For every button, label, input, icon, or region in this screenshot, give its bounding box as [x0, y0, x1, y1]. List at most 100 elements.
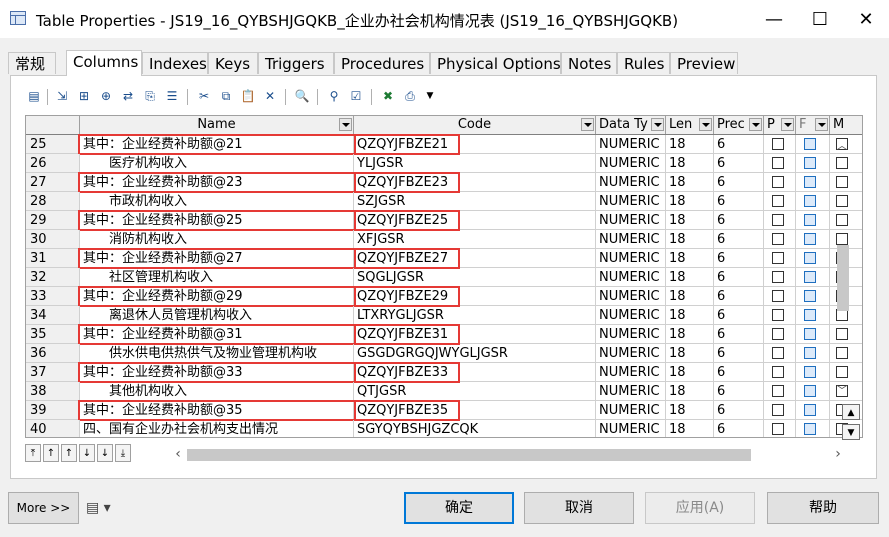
copy-icon[interactable]: ⧉ [217, 87, 235, 105]
cell-code[interactable]: QZQYJFBZE25 [354, 211, 596, 230]
cell-length[interactable]: 18 [666, 325, 714, 344]
row-number[interactable]: 37 [26, 363, 80, 382]
foreign-checkbox[interactable] [804, 423, 816, 435]
cell-precision[interactable]: 6 [714, 325, 764, 344]
table-row[interactable]: 35 其中：企业经费补助额@31 QZQYJFBZE31 NUMERIC 18 6 [26, 325, 862, 344]
help-button[interactable]: 帮助 [767, 492, 879, 524]
paste-icon[interactable]: 📋 [239, 87, 257, 105]
cut-icon[interactable]: ✂ [195, 87, 213, 105]
table-row[interactable]: 29 其中：企业经费补助额@25 QZQYJFBZE25 NUMERIC 18 6 [26, 211, 862, 230]
add-row-icon[interactable]: ⊞ [75, 87, 93, 105]
header-precision[interactable]: Prec [714, 116, 764, 134]
primary-checkbox[interactable] [772, 290, 784, 302]
cell-length[interactable]: 18 [666, 287, 714, 306]
cell-name[interactable]: 其中：企业经费补助额@35 [80, 401, 354, 420]
tab-rules[interactable]: Rules [617, 52, 670, 74]
cell-code[interactable]: QZQYJFBZE21 [354, 135, 596, 154]
properties-icon[interactable]: ▤ [25, 87, 43, 105]
cell-data-type[interactable]: NUMERIC [596, 325, 666, 344]
cell-code[interactable]: SZJGSR [354, 192, 596, 211]
dropdown-arrow-icon[interactable]: ▼ [421, 87, 439, 105]
table-row[interactable]: 36 供水供电供热供气及物业管理机构收 GSGDGRGQJWYGLJGSR NUME… [26, 344, 862, 363]
foreign-checkbox[interactable] [804, 404, 816, 416]
cell-length[interactable]: 18 [666, 344, 714, 363]
tab-triggers[interactable]: Triggers [258, 52, 334, 74]
maximize-button[interactable]: ☐ [797, 0, 843, 38]
replace-attributes-icon[interactable]: ⇄ [119, 87, 137, 105]
cell-precision[interactable]: 6 [714, 344, 764, 363]
primary-checkbox[interactable] [772, 347, 784, 359]
tab-preview[interactable]: Preview [670, 52, 738, 74]
row-number[interactable]: 31 [26, 249, 80, 268]
header-name[interactable]: Name [80, 116, 354, 134]
expand-panel-button[interactable]: ▼ [842, 424, 860, 440]
foreign-checkbox[interactable] [804, 195, 816, 207]
tab-physical-options[interactable]: Physical Options [430, 52, 561, 74]
cell-precision[interactable]: 6 [714, 420, 764, 437]
cell-data-type[interactable]: NUMERIC [596, 344, 666, 363]
table-row[interactable]: 33 其中：企业经费补助额@29 QZQYJFBZE29 NUMERIC 18 6 [26, 287, 862, 306]
add-attributes-icon[interactable]: ⊕ [97, 87, 115, 105]
cell-precision[interactable]: 6 [714, 363, 764, 382]
table-row[interactable]: 38 其他机构收入 QTJGSR NUMERIC 18 6 [26, 382, 862, 401]
row-number[interactable]: 36 [26, 344, 80, 363]
table-row[interactable]: 31 其中：企业经费补助额@27 QZQYJFBZE27 NUMERIC 18 6 [26, 249, 862, 268]
cell-code[interactable]: YLJGSR [354, 154, 596, 173]
paste-as-new-icon[interactable]: ⎘ [141, 87, 159, 105]
delete-icon[interactable]: ✕ [261, 87, 279, 105]
cell-name[interactable]: 供水供电供热供气及物业管理机构收 [80, 344, 354, 363]
primary-checkbox[interactable] [772, 233, 784, 245]
tab-notes[interactable]: Notes [561, 52, 617, 74]
more-button[interactable]: More >> [8, 492, 79, 524]
cell-precision[interactable]: 6 [714, 211, 764, 230]
foreign-checkbox[interactable] [804, 290, 816, 302]
cell-name[interactable]: 其中：企业经费补助额@33 [80, 363, 354, 382]
cell-name[interactable]: 其中：企业经费补助额@25 [80, 211, 354, 230]
foreign-checkbox[interactable] [804, 309, 816, 321]
foreign-checkbox[interactable] [804, 347, 816, 359]
cell-length[interactable]: 18 [666, 192, 714, 211]
cell-data-type[interactable]: NUMERIC [596, 154, 666, 173]
cell-code[interactable]: QZQYJFBZE33 [354, 363, 596, 382]
cell-precision[interactable]: 6 [714, 249, 764, 268]
dropdown-arrow-icon[interactable] [651, 118, 664, 131]
row-number[interactable]: 33 [26, 287, 80, 306]
dropdown-arrow-icon[interactable] [781, 118, 794, 131]
insert-row-icon[interactable]: ⇲ [53, 87, 71, 105]
scroll-up-icon[interactable]: ︿ [832, 137, 852, 155]
scroll-down-icon[interactable]: ﹀ [832, 382, 852, 400]
move-page-down-button[interactable]: ↓ [97, 444, 113, 462]
collapse-panel-button[interactable]: ▲ [842, 404, 860, 420]
header-data-type[interactable]: Data Ty [596, 116, 666, 134]
dropdown-arrow-icon[interactable] [815, 118, 828, 131]
cell-precision[interactable]: 6 [714, 287, 764, 306]
cell-precision[interactable]: 6 [714, 230, 764, 249]
row-number[interactable]: 27 [26, 173, 80, 192]
print-icon[interactable]: ⎙ [401, 87, 419, 105]
foreign-checkbox[interactable] [804, 214, 816, 226]
cell-precision[interactable]: 6 [714, 135, 764, 154]
foreign-checkbox[interactable] [804, 366, 816, 378]
cell-precision[interactable]: 6 [714, 401, 764, 420]
tab-indexes[interactable]: Indexes [142, 52, 208, 74]
cancel-button[interactable]: 取消 [524, 492, 634, 524]
table-row[interactable]: 32 社区管理机构收入 SQGLJGSR NUMERIC 18 6 [26, 268, 862, 287]
find-icon[interactable]: 🔍 [293, 87, 311, 105]
cell-precision[interactable]: 6 [714, 268, 764, 287]
header-mandatory[interactable]: M [830, 116, 862, 134]
cell-data-type[interactable]: NUMERIC [596, 420, 666, 437]
cell-data-type[interactable]: NUMERIC [596, 382, 666, 401]
cell-name[interactable]: 离退休人员管理机构收入 [80, 306, 354, 325]
table-row[interactable]: 27 其中：企业经费补助额@23 QZQYJFBZE23 NUMERIC 18 6 [26, 173, 862, 192]
primary-checkbox[interactable] [772, 195, 784, 207]
filter-icon[interactable]: ⚲ [325, 87, 343, 105]
move-down-button[interactable]: ↓ [79, 444, 95, 462]
cell-data-type[interactable]: NUMERIC [596, 287, 666, 306]
cell-length[interactable]: 18 [666, 173, 714, 192]
cell-precision[interactable]: 6 [714, 382, 764, 401]
header-primary[interactable]: P [764, 116, 796, 134]
foreign-checkbox[interactable] [804, 328, 816, 340]
minimize-button[interactable]: — [751, 0, 797, 38]
cell-code[interactable]: QZQYJFBZE35 [354, 401, 596, 420]
header-foreign[interactable]: F [796, 116, 830, 134]
